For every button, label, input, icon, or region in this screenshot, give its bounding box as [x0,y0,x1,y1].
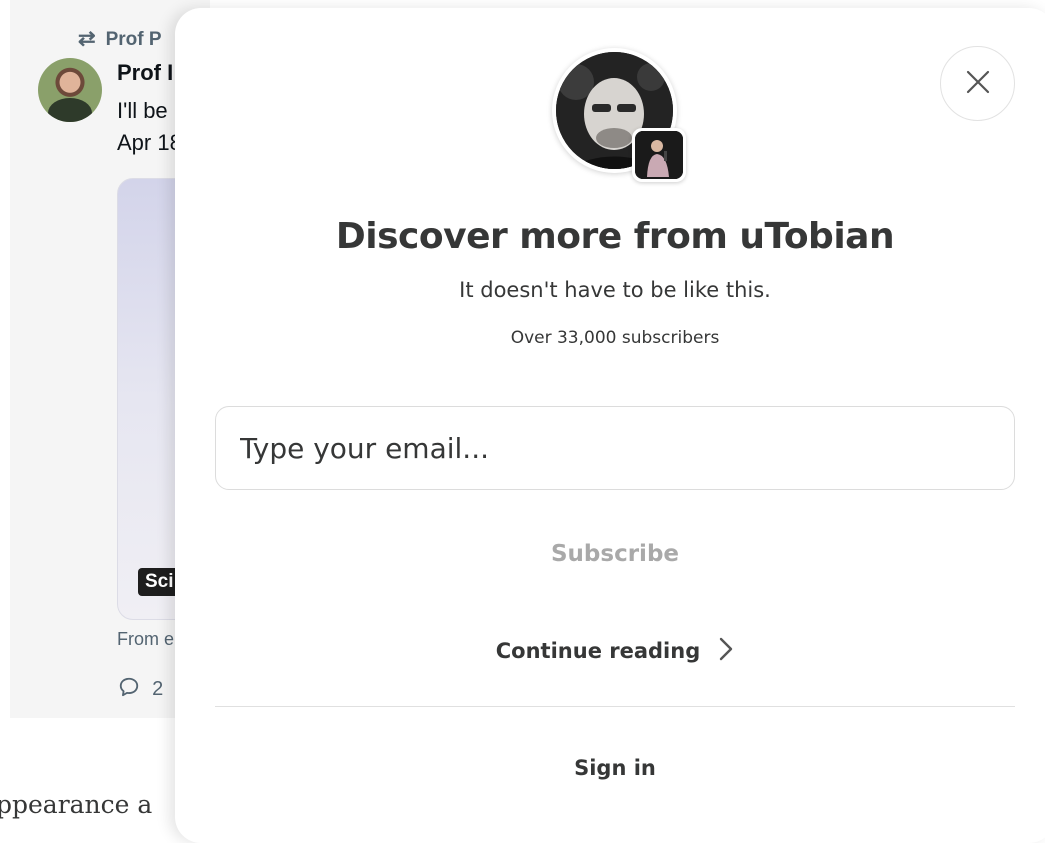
retweeter-name: Prof P [105,29,162,50]
media-from-text: From e [117,629,175,649]
continue-reading-button[interactable]: Continue reading [215,618,1015,684]
divider [215,706,1015,707]
reply-button[interactable]: 2 [118,675,163,701]
subscriber-count: Over 33,000 subscribers [510,328,720,348]
article-body-text: ppearance a [0,790,153,819]
tweet-text: I'll be [117,98,168,123]
tweet-author-avatar[interactable] [38,58,102,122]
close-icon [965,69,991,98]
tweet-date[interactable]: Apr 18 [117,130,182,156]
subscribe-button[interactable]: Subscribe [215,518,1015,590]
retweet-icon: ⇄ [78,27,96,50]
reply-count: 2 [152,678,164,700]
author-avatar-badge [632,128,686,182]
email-input[interactable] [215,406,1015,490]
sign-in-button[interactable]: Sign in [215,740,1015,796]
continue-reading-label: Continue reading [495,639,701,663]
publication-tagline: It doesn't have to be like this. [459,278,771,302]
tweet-author-name[interactable]: Prof I [117,60,173,86]
modal-title: Discover more from uTobian [335,216,895,257]
retweet-indicator[interactable]: ⇄ Prof P [78,26,162,51]
chevron-right-icon [718,636,734,667]
close-button[interactable] [940,46,1015,121]
subscribe-modal: Discover more from uTobian It doesn't ha… [175,8,1045,843]
reply-bubble-icon [118,675,146,700]
